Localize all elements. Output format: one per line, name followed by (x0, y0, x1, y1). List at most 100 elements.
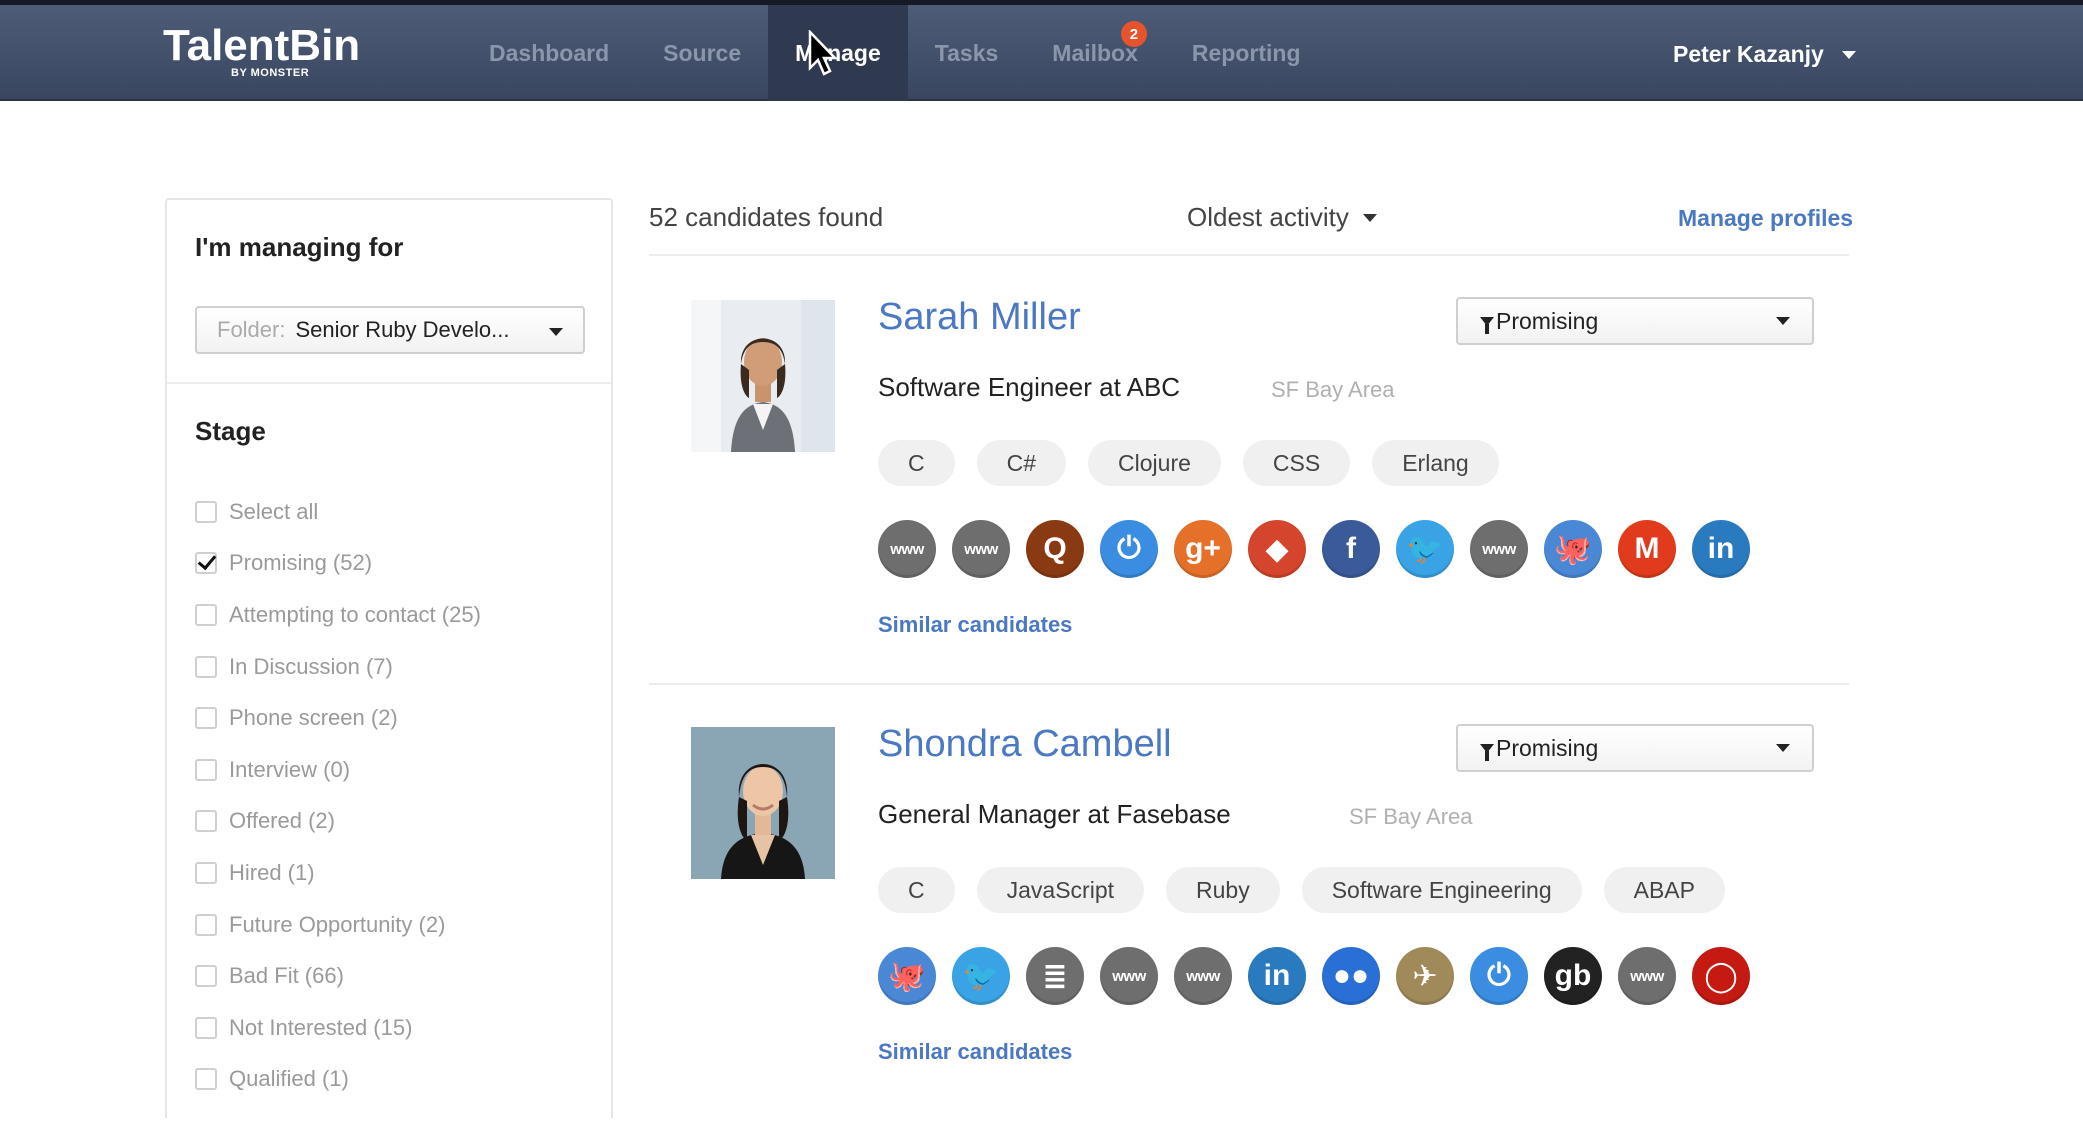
candidate-photo[interactable] (691, 727, 835, 879)
stage-filter-option[interactable]: Attempting to contact (25) (195, 589, 481, 641)
nav-mailbox[interactable]: Mailbox 2 (1025, 5, 1165, 101)
stage-filter-option[interactable]: Future Opportunity (2) (195, 899, 481, 951)
main-nav: Dashboard Source Manage Tasks Mailbox 2 … (462, 5, 1328, 101)
www-icon[interactable]: www (878, 520, 936, 578)
stage-heading: Stage (195, 416, 266, 446)
candidate-name[interactable]: Sarah Miller (878, 296, 1081, 339)
manage-profiles-link[interactable]: Manage profiles (1678, 205, 1853, 232)
stage-checkbox[interactable] (195, 707, 217, 730)
stage-checkbox[interactable] (195, 965, 217, 988)
skill-tag[interactable]: Ruby (1166, 867, 1280, 913)
power-icon[interactable]: ⏻ (1100, 520, 1158, 578)
stage-filter-option[interactable]: Promising (52) (195, 538, 481, 590)
stage-option-label: Bad Fit (66) (229, 963, 344, 989)
candidate-title: Software Engineer at (878, 372, 1121, 402)
goodreads-icon[interactable]: gb (1544, 947, 1602, 1005)
www-icon[interactable]: www (952, 520, 1010, 578)
meetup-icon[interactable]: M (1618, 520, 1676, 578)
filter-icon (1480, 316, 1494, 334)
skill-tag[interactable]: C (878, 867, 955, 913)
logo-wordmark: TalentBin (163, 21, 361, 70)
candidate-divider (649, 683, 1849, 685)
results-divider (649, 254, 1849, 256)
stage-checkbox[interactable] (195, 603, 217, 626)
facebook-icon[interactable]: f (1322, 520, 1380, 578)
stage-filter-option[interactable]: Bad Fit (66) (195, 950, 481, 1002)
stage-option-label: Select all (229, 498, 319, 524)
talentbin-logo[interactable]: TalentBin BY MONSTER (163, 21, 360, 79)
power-icon[interactable]: ⏻ (1470, 947, 1528, 1005)
chevron-down-icon (549, 328, 563, 336)
stage-filter-option[interactable]: Phone screen (2) (195, 692, 481, 744)
results-count: 52 candidates found (649, 202, 884, 232)
filter-icon (1480, 743, 1494, 761)
candidate-company: Fasebase (1116, 799, 1231, 829)
chevron-down-icon (1776, 317, 1790, 325)
stage-checkbox[interactable] (195, 552, 217, 575)
sort-dropdown[interactable]: Oldest activity (1187, 202, 1377, 233)
stage-option-label: Qualified (1) (229, 1066, 349, 1092)
stage-filter-option[interactable]: Select all (195, 486, 481, 538)
skill-tag[interactable]: JavaScript (976, 867, 1144, 913)
stage-filter-option[interactable]: Interview (0) (195, 744, 481, 796)
candidate-stage-dropdown[interactable]: Promising (1456, 724, 1814, 772)
ruby-gem-icon[interactable]: ◆ (1248, 520, 1306, 578)
similar-candidates-link[interactable]: Similar candidates (878, 1039, 1072, 1065)
stage-checkbox[interactable] (195, 1016, 217, 1039)
nav-reporting[interactable]: Reporting (1165, 5, 1328, 101)
social-profiles: www www Q ⏻ g+ ◆ f 🐦 www 🐙 Min (878, 520, 1750, 578)
www-icon[interactable]: www (1470, 520, 1528, 578)
skill-tag[interactable]: ABAP (1603, 867, 1725, 913)
bird-icon[interactable]: ✈ (1396, 947, 1454, 1005)
twitter-icon[interactable]: 🐦 (952, 947, 1010, 1005)
candidate-name[interactable]: Shondra Cambell (878, 723, 1172, 766)
similar-candidates-link[interactable]: Similar candidates (878, 612, 1072, 638)
candidate-photo[interactable] (691, 300, 835, 452)
user-menu[interactable]: Peter Kazanjy (1673, 41, 1856, 68)
github-icon[interactable]: 🐙 (1544, 520, 1602, 578)
www-icon[interactable]: www (1100, 947, 1158, 1005)
linkedin-icon[interactable]: in (1248, 947, 1306, 1005)
stack-overflow-icon[interactable]: ≣ (1026, 947, 1084, 1005)
stage-filter-option[interactable]: Offered (2) (195, 796, 481, 848)
nav-dashboard[interactable]: Dashboard (462, 5, 636, 101)
stage-checkbox[interactable] (195, 913, 217, 936)
stage-filter-option[interactable]: In Discussion (7) (195, 641, 481, 693)
sidebar-divider (167, 382, 611, 384)
skill-tag[interactable]: C (878, 440, 955, 486)
www-icon[interactable]: www (1174, 947, 1232, 1005)
stage-filter-option[interactable]: Hired (1) (195, 847, 481, 899)
www-icon[interactable]: www (1618, 947, 1676, 1005)
nav-tasks[interactable]: Tasks (908, 5, 1026, 101)
skill-tag[interactable]: Erlang (1372, 440, 1499, 486)
candidate-stage-dropdown[interactable]: Promising (1456, 297, 1814, 345)
stage-checkbox[interactable] (195, 810, 217, 833)
lastfm-icon[interactable]: ◯ (1692, 947, 1750, 1005)
folder-value: Senior Ruby Develo... (295, 317, 510, 342)
skill-tag[interactable]: CSS (1242, 440, 1351, 486)
stage-filter-option[interactable]: Not Interested (15) (195, 1002, 481, 1054)
mailbox-unread-badge: 2 (1120, 21, 1147, 47)
stage-checkbox[interactable] (195, 1068, 217, 1091)
stage-checkbox[interactable] (195, 758, 217, 781)
mouse-cursor-icon (808, 30, 838, 76)
stage-checkbox[interactable] (195, 861, 217, 884)
stage-option-label: Offered (2) (229, 808, 335, 834)
skill-tag[interactable]: Software Engineering (1301, 867, 1582, 913)
skill-tag[interactable]: Clojure (1088, 440, 1221, 486)
quora-icon[interactable]: Q (1026, 520, 1084, 578)
skill-tags: C JavaScript Ruby Software Engineering ABAP (878, 867, 1725, 913)
google-plus-icon[interactable]: g+ (1174, 520, 1232, 578)
skill-tag[interactable]: C# (976, 440, 1067, 486)
twitter-icon[interactable]: 🐦 (1396, 520, 1454, 578)
stage-checkbox[interactable] (195, 655, 217, 678)
stage-filter-option[interactable]: Qualified (1) (195, 1054, 481, 1106)
social-profiles: 🐙 🐦 ≣ www www in ●● ✈ ⏻ gb www ◯ (878, 947, 1750, 1005)
github-icon[interactable]: 🐙 (878, 947, 936, 1005)
nav-source[interactable]: Source (636, 5, 768, 101)
filter-sidebar: I'm managing for Folder: Senior Ruby Dev… (165, 198, 613, 1118)
flickr-icon[interactable]: ●● (1322, 947, 1380, 1005)
folder-dropdown[interactable]: Folder: Senior Ruby Develo... (195, 306, 585, 354)
linkedin-icon[interactable]: in (1692, 520, 1750, 578)
stage-checkbox[interactable] (195, 500, 217, 523)
